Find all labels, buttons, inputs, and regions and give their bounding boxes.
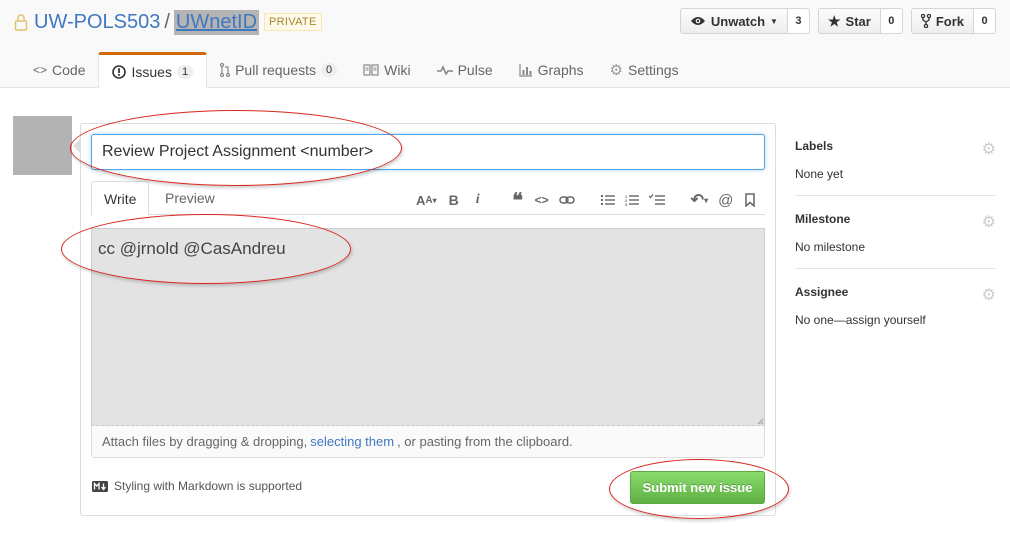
repo-actions: Unwatch ▼ 3 ★ Star 0 Fork 0: [679, 8, 996, 34]
tab-preview[interactable]: Preview: [153, 181, 227, 215]
eye-icon: [690, 17, 705, 25]
ordered-list-icon[interactable]: 123: [625, 194, 639, 206]
watch-count[interactable]: 3: [787, 8, 810, 34]
milestone-gear-icon[interactable]: ⚙: [982, 212, 996, 232]
labels-value: None yet: [795, 167, 844, 181]
unwatch-button[interactable]: Unwatch ▼: [679, 8, 788, 34]
labels-gear-icon[interactable]: ⚙: [982, 139, 996, 159]
repo-title: UW-POLS503 / UWnetID PRIVATE: [14, 9, 322, 35]
unordered-list-icon[interactable]: [600, 194, 615, 206]
code-icon[interactable]: <>: [535, 193, 549, 207]
assignee-value[interactable]: No one—assign yourself: [795, 313, 996, 327]
tab-pulse-label: Pulse: [457, 62, 493, 78]
select-files-link[interactable]: selecting them: [310, 434, 394, 449]
svg-text:3: 3: [625, 202, 628, 206]
lock-icon: [14, 14, 28, 31]
avatar: [13, 116, 72, 175]
tab-code-label: Code: [52, 62, 86, 78]
repo-separator: /: [164, 10, 170, 33]
book-icon: [363, 64, 379, 76]
unwatch-label: Unwatch: [710, 13, 766, 29]
star-group: ★ Star 0: [817, 8, 903, 34]
tab-issues-label: Issues: [131, 63, 172, 80]
resize-grip-icon[interactable]: [756, 417, 764, 425]
fork-button[interactable]: Fork: [910, 8, 974, 34]
tab-issues[interactable]: Issues 1: [98, 52, 208, 89]
submit-new-issue-button[interactable]: Submit new issue: [630, 471, 765, 504]
markdown-icon: [92, 480, 108, 492]
watch-group: Unwatch ▼ 3: [679, 8, 810, 34]
tab-wiki[interactable]: Wiki: [350, 52, 423, 88]
tab-pull-requests[interactable]: Pull requests 0: [207, 52, 350, 88]
assignee-heading: Assignee: [795, 285, 849, 299]
issue-title-input[interactable]: [91, 134, 765, 170]
private-badge: PRIVATE: [264, 13, 322, 31]
repo-name-link[interactable]: UWnetID: [173, 9, 260, 35]
fork-group: Fork 0: [910, 8, 996, 34]
milestone-section: Milestone ⚙ No milestone: [795, 212, 996, 254]
tab-pulse[interactable]: Pulse: [424, 52, 506, 88]
pulse-icon: [436, 65, 453, 76]
issue-opened-icon: [112, 64, 127, 79]
tab-settings-label: Settings: [627, 62, 679, 78]
task-list-icon[interactable]: [648, 194, 665, 206]
tab-wiki-label: Wiki: [384, 62, 411, 78]
tab-write[interactable]: Write: [91, 181, 150, 216]
chevron-down-icon: ▼: [770, 16, 778, 26]
sidebar-divider: [795, 195, 996, 196]
issues-counter: 1: [176, 64, 194, 79]
code-icon: <>: [33, 63, 48, 77]
markdown-toolbar: A A ▾ B i ❝ <> 123 ↶ ▾ @: [416, 188, 767, 213]
bold-icon[interactable]: B: [447, 192, 461, 208]
pull-requests-counter: 0: [321, 63, 338, 77]
reply-icon[interactable]: ↶ ▾: [691, 190, 708, 210]
tab-settings[interactable]: ⚙ Settings: [597, 52, 692, 88]
star-label: Star: [845, 13, 871, 29]
repo-owner-link[interactable]: UW-POLS503: [34, 11, 160, 34]
fork-label: Fork: [935, 13, 964, 29]
mention-icon[interactable]: @: [718, 192, 733, 209]
markdown-help[interactable]: Styling with Markdown is supported: [92, 479, 302, 493]
italic-icon[interactable]: i: [471, 192, 485, 208]
graph-icon: [519, 64, 532, 77]
star-count[interactable]: 0: [880, 8, 903, 34]
issue-body-textarea[interactable]: cc @jrnold @CasAndreu: [91, 228, 765, 426]
tab-graphs[interactable]: Graphs: [506, 52, 597, 88]
labels-heading: Labels: [795, 139, 834, 153]
assignee-section: Assignee ⚙ No one—assign yourself: [795, 285, 996, 327]
markdown-note: Styling with Markdown is supported: [114, 479, 303, 493]
bookmark-icon[interactable]: [743, 193, 757, 207]
pull-request-icon: [220, 63, 231, 77]
assignee-gear-icon[interactable]: ⚙: [982, 285, 996, 305]
tab-graphs-label: Graphs: [537, 62, 584, 78]
link-icon[interactable]: [558, 194, 575, 206]
milestone-value: No milestone: [795, 240, 866, 254]
labels-section: Labels ⚙ None yet: [795, 139, 996, 181]
gear-icon: ⚙: [609, 62, 623, 79]
fork-icon: [920, 14, 931, 28]
fork-count[interactable]: 0: [974, 8, 996, 34]
attach-files-bar[interactable]: Attach files by dragging & dropping, sel…: [91, 426, 765, 458]
text-size-icon[interactable]: A A ▾: [416, 193, 437, 208]
tab-pull-requests-label: Pull requests: [235, 62, 317, 78]
sidebar-divider: [795, 268, 996, 269]
attach-prefix: Attach files by dragging & dropping,: [102, 434, 308, 449]
repo-nav: <> Code Issues 1 Pull requests 0 Wiki Pu…: [20, 52, 692, 89]
quote-icon[interactable]: ❝: [511, 188, 525, 213]
star-button[interactable]: ★ Star: [817, 8, 881, 34]
milestone-heading: Milestone: [795, 212, 851, 226]
attach-suffix: , or pasting from the clipboard.: [397, 434, 573, 449]
tab-code[interactable]: <> Code: [20, 52, 98, 88]
star-icon: ★: [827, 12, 841, 29]
repo-header: UW-POLS503 / UWnetID PRIVATE Unwatch ▼ 3…: [0, 0, 1010, 89]
